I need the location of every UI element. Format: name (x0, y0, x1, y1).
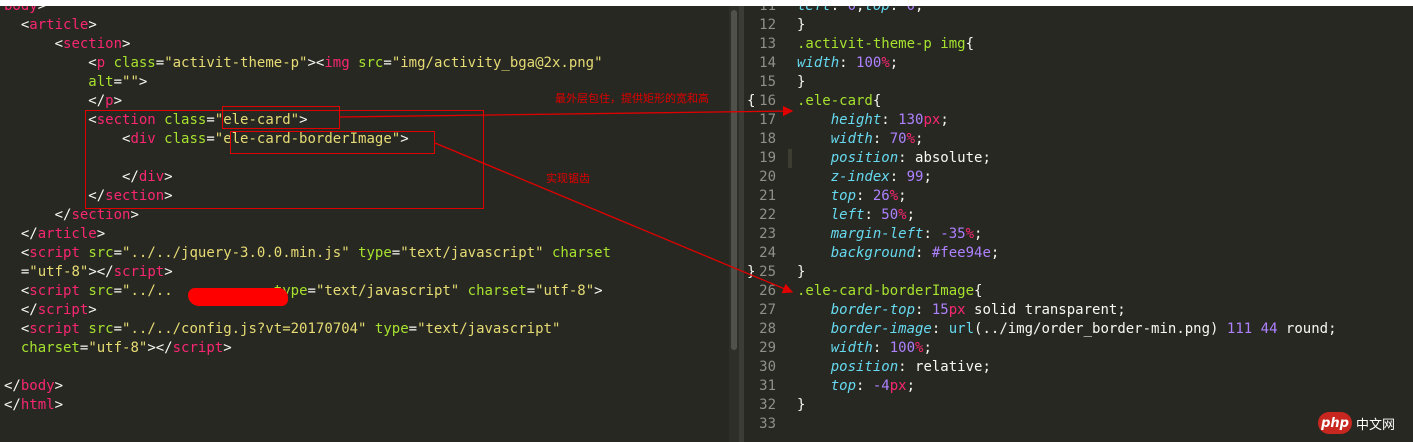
php-logo-icon: php (1318, 412, 1352, 434)
php-cn-watermark: php 中文网 (1318, 410, 1395, 436)
arrow-to-border-image-rule (434, 142, 794, 294)
watermark-text: 中文网 (1356, 417, 1396, 433)
arrow-to-ele-card-rule (339, 105, 794, 118)
annotation-arrows (339, 105, 794, 294)
